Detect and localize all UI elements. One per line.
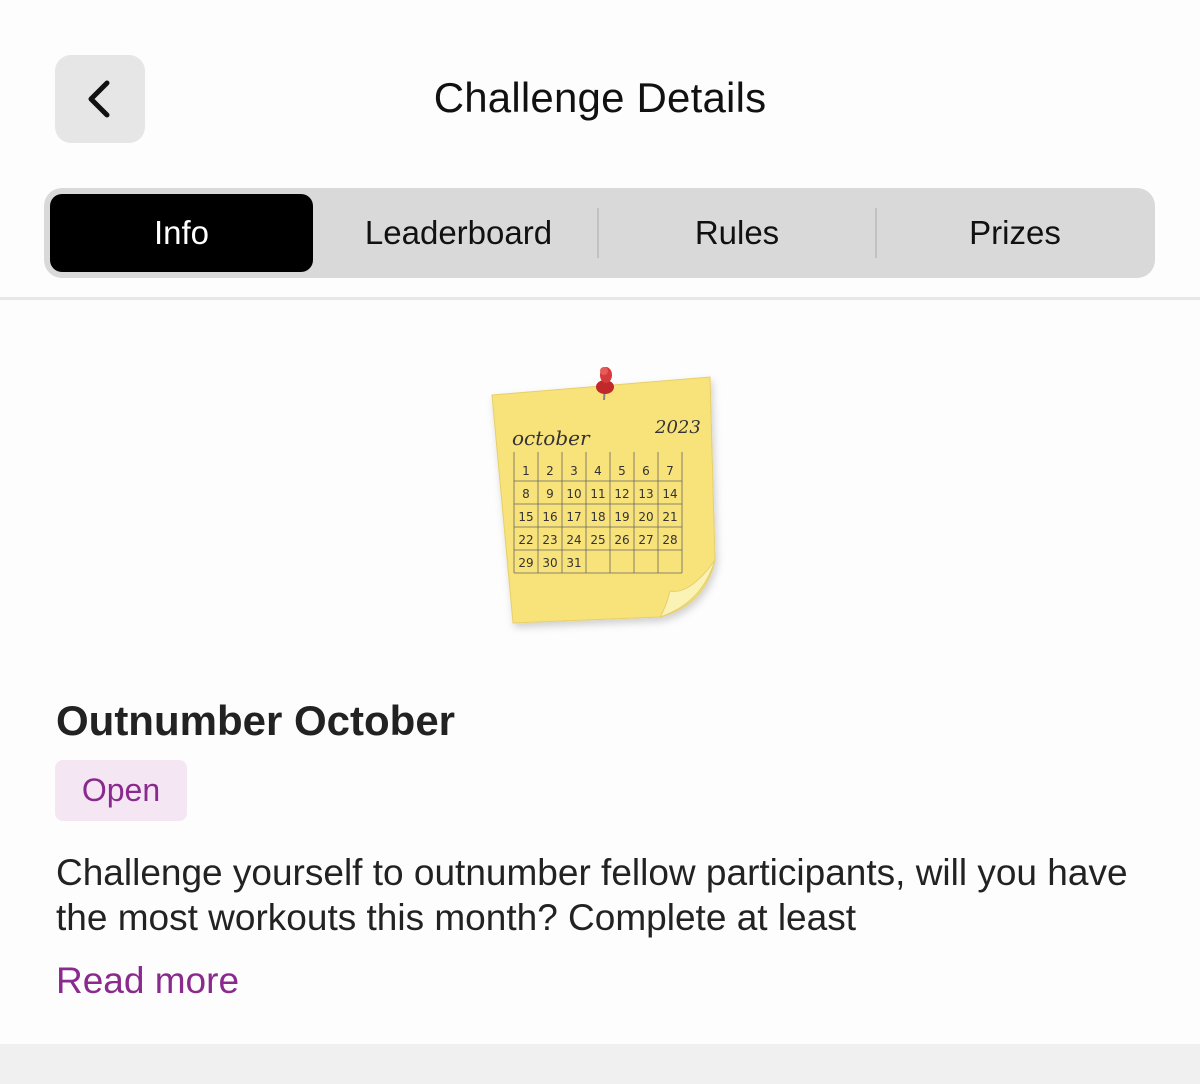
challenge-details-screen: Challenge Details Info Leaderboard Rules… bbox=[0, 0, 1200, 1084]
challenge-title: Outnumber October bbox=[56, 697, 456, 744]
calendar-day: 12 bbox=[614, 487, 629, 501]
calendar-day: 8 bbox=[522, 487, 530, 501]
calendar-day: 29 bbox=[518, 556, 533, 570]
challenge-image: october 2023 1 2 3 4 5 6 7 8 9 10 11 12 13 14 15 16 17 18… bbox=[480, 355, 740, 635]
calendar-day: 4 bbox=[594, 464, 602, 478]
calendar-day: 1 bbox=[522, 464, 530, 478]
calendar-day: 31 bbox=[566, 556, 581, 570]
challenge-description: Challenge yourself to outnumber fellow p… bbox=[56, 852, 1128, 938]
tab-divider bbox=[597, 208, 599, 258]
page-title: Challenge Details bbox=[433, 74, 767, 121]
calendar-day: 3 bbox=[570, 464, 578, 478]
tab-bar: Info Leaderboard Rules Prizes bbox=[44, 188, 1155, 278]
calendar-day: 16 bbox=[542, 510, 557, 524]
calendar-day: 26 bbox=[614, 533, 629, 547]
calendar-note-image: october 2023 1 2 3 4 5 6 78 9 10 11 12 13 1415 16 17 18… bbox=[491, 367, 716, 624]
calendar-day: 20 bbox=[638, 510, 653, 524]
calendar-day: 15 bbox=[518, 510, 533, 524]
calendar-day: 7 bbox=[666, 464, 674, 478]
calendar-day: 10 bbox=[566, 487, 581, 501]
calendar-day: 23 bbox=[542, 533, 557, 547]
read-more-link[interactable]: Read more bbox=[56, 960, 239, 1002]
tab-info[interactable]: Info bbox=[50, 194, 313, 272]
calendar-day: 13 bbox=[638, 487, 653, 501]
header-divider bbox=[0, 297, 1200, 300]
calendar-day: 27 bbox=[638, 533, 653, 547]
calendar-day: 18 bbox=[590, 510, 605, 524]
section-separator bbox=[0, 1044, 1200, 1084]
tab-rules[interactable]: Rules bbox=[600, 194, 874, 272]
calendar-year-label: 2023 bbox=[654, 417, 701, 438]
calendar-day: 9 bbox=[546, 487, 554, 501]
status-badge: Open bbox=[55, 760, 187, 821]
calendar-day: 24 bbox=[566, 533, 581, 547]
tab-divider bbox=[875, 208, 877, 258]
calendar-day: 22 bbox=[518, 533, 533, 547]
calendar-day: 5 bbox=[618, 464, 626, 478]
calendar-day: 2 bbox=[546, 464, 554, 478]
tab-leaderboard[interactable]: Leaderboard bbox=[322, 194, 595, 272]
calendar-month-label: october bbox=[512, 426, 591, 450]
tab-prizes[interactable]: Prizes bbox=[878, 194, 1152, 272]
calendar-day: 6 bbox=[642, 464, 650, 478]
calendar-day: 25 bbox=[590, 533, 605, 547]
calendar-day: 21 bbox=[662, 510, 677, 524]
calendar-day: 30 bbox=[542, 556, 557, 570]
header: Challenge Details bbox=[0, 0, 1200, 180]
calendar-day: 28 bbox=[662, 533, 677, 547]
calendar-day: 11 bbox=[590, 487, 605, 501]
calendar-day: 19 bbox=[614, 510, 629, 524]
calendar-day: 14 bbox=[662, 487, 677, 501]
calendar-day: 17 bbox=[566, 510, 581, 524]
